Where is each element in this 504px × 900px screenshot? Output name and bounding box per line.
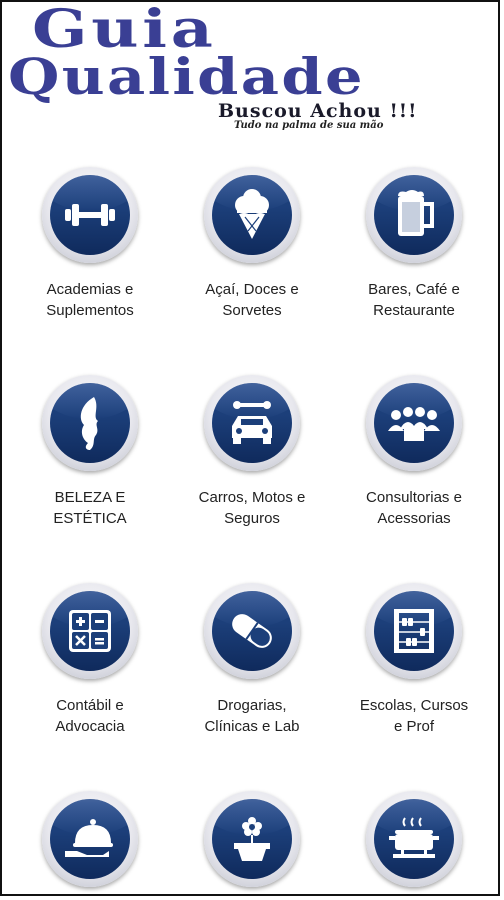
category-label: Carros, Motos e Seguros — [198, 489, 306, 527]
category-button[interactable] — [42, 375, 138, 471]
category-label: Contábil e Advocacia — [55, 697, 125, 735]
category-carros[interactable]: Carros, Motos e Seguros — [172, 375, 332, 529]
category-button[interactable] — [42, 167, 138, 263]
category-drogarias[interactable]: Drogarias, Clínicas e Lab — [172, 583, 332, 737]
category-cooking[interactable] — [334, 791, 494, 887]
cooking-pot-icon — [389, 817, 439, 858]
calculator-icon — [69, 610, 111, 652]
category-button[interactable] — [366, 167, 462, 263]
category-label: Escolas, Cursos e Prof — [359, 697, 469, 735]
category-escolas[interactable]: Escolas, Cursos e Prof — [334, 583, 494, 737]
logo-title-line2: Qualidade — [8, 47, 365, 106]
category-academias[interactable]: Academias e Suplementos — [10, 167, 170, 321]
category-contabil[interactable]: Contábil e Advocacia — [10, 583, 170, 737]
flower-pot-icon — [234, 817, 270, 861]
pill-capsule-icon — [232, 614, 272, 648]
slogan: Buscou Achou !!! — [218, 100, 418, 122]
category-acai[interactable]: Açaí, Doces e Sorvetes — [172, 167, 332, 321]
category-button[interactable] — [42, 791, 138, 887]
category-button[interactable] — [204, 167, 300, 263]
category-label: Consultorias e Acessorias — [366, 489, 462, 527]
category-beleza[interactable]: BELEZA E ESTÉTICA — [10, 375, 170, 529]
category-button[interactable] — [204, 583, 300, 679]
abacus-icon — [394, 609, 434, 653]
category-bares[interactable]: Bares, Café e Restaurante — [334, 167, 494, 321]
category-button[interactable] — [366, 791, 462, 887]
category-label: Açaí, Doces e Sorvetes — [205, 281, 299, 319]
car-wrench-icon — [232, 401, 272, 444]
category-button[interactable] — [366, 583, 462, 679]
category-food-service[interactable] — [10, 791, 170, 887]
category-label: Academias e Suplementos — [46, 281, 134, 319]
category-button[interactable] — [42, 583, 138, 679]
ice-cream-icon — [235, 189, 269, 239]
category-label: Drogarias, Clínicas e Lab — [204, 697, 300, 735]
app-frame: Guia Qualidade Buscou Achou !!! Tudo na … — [0, 0, 500, 896]
header: Guia Qualidade Buscou Achou !!! Tudo na … — [2, 2, 498, 137]
category-consultorias[interactable]: Consultorias e Acessorias — [334, 375, 494, 529]
beauty-face-icon — [80, 397, 98, 450]
dumbbell-icon — [65, 204, 115, 226]
category-label: BELEZA E ESTÉTICA — [53, 489, 127, 527]
food-cloche-icon — [65, 819, 113, 857]
category-label: Bares, Café e Restaurante — [368, 281, 460, 319]
category-button[interactable] — [204, 375, 300, 471]
category-button[interactable] — [366, 375, 462, 471]
category-flowers[interactable] — [172, 791, 332, 887]
tagline: Tudo na palma de sua mão — [234, 120, 384, 131]
beer-mug-icon — [398, 190, 434, 236]
people-group-icon — [388, 407, 440, 441]
category-button[interactable] — [204, 791, 300, 887]
